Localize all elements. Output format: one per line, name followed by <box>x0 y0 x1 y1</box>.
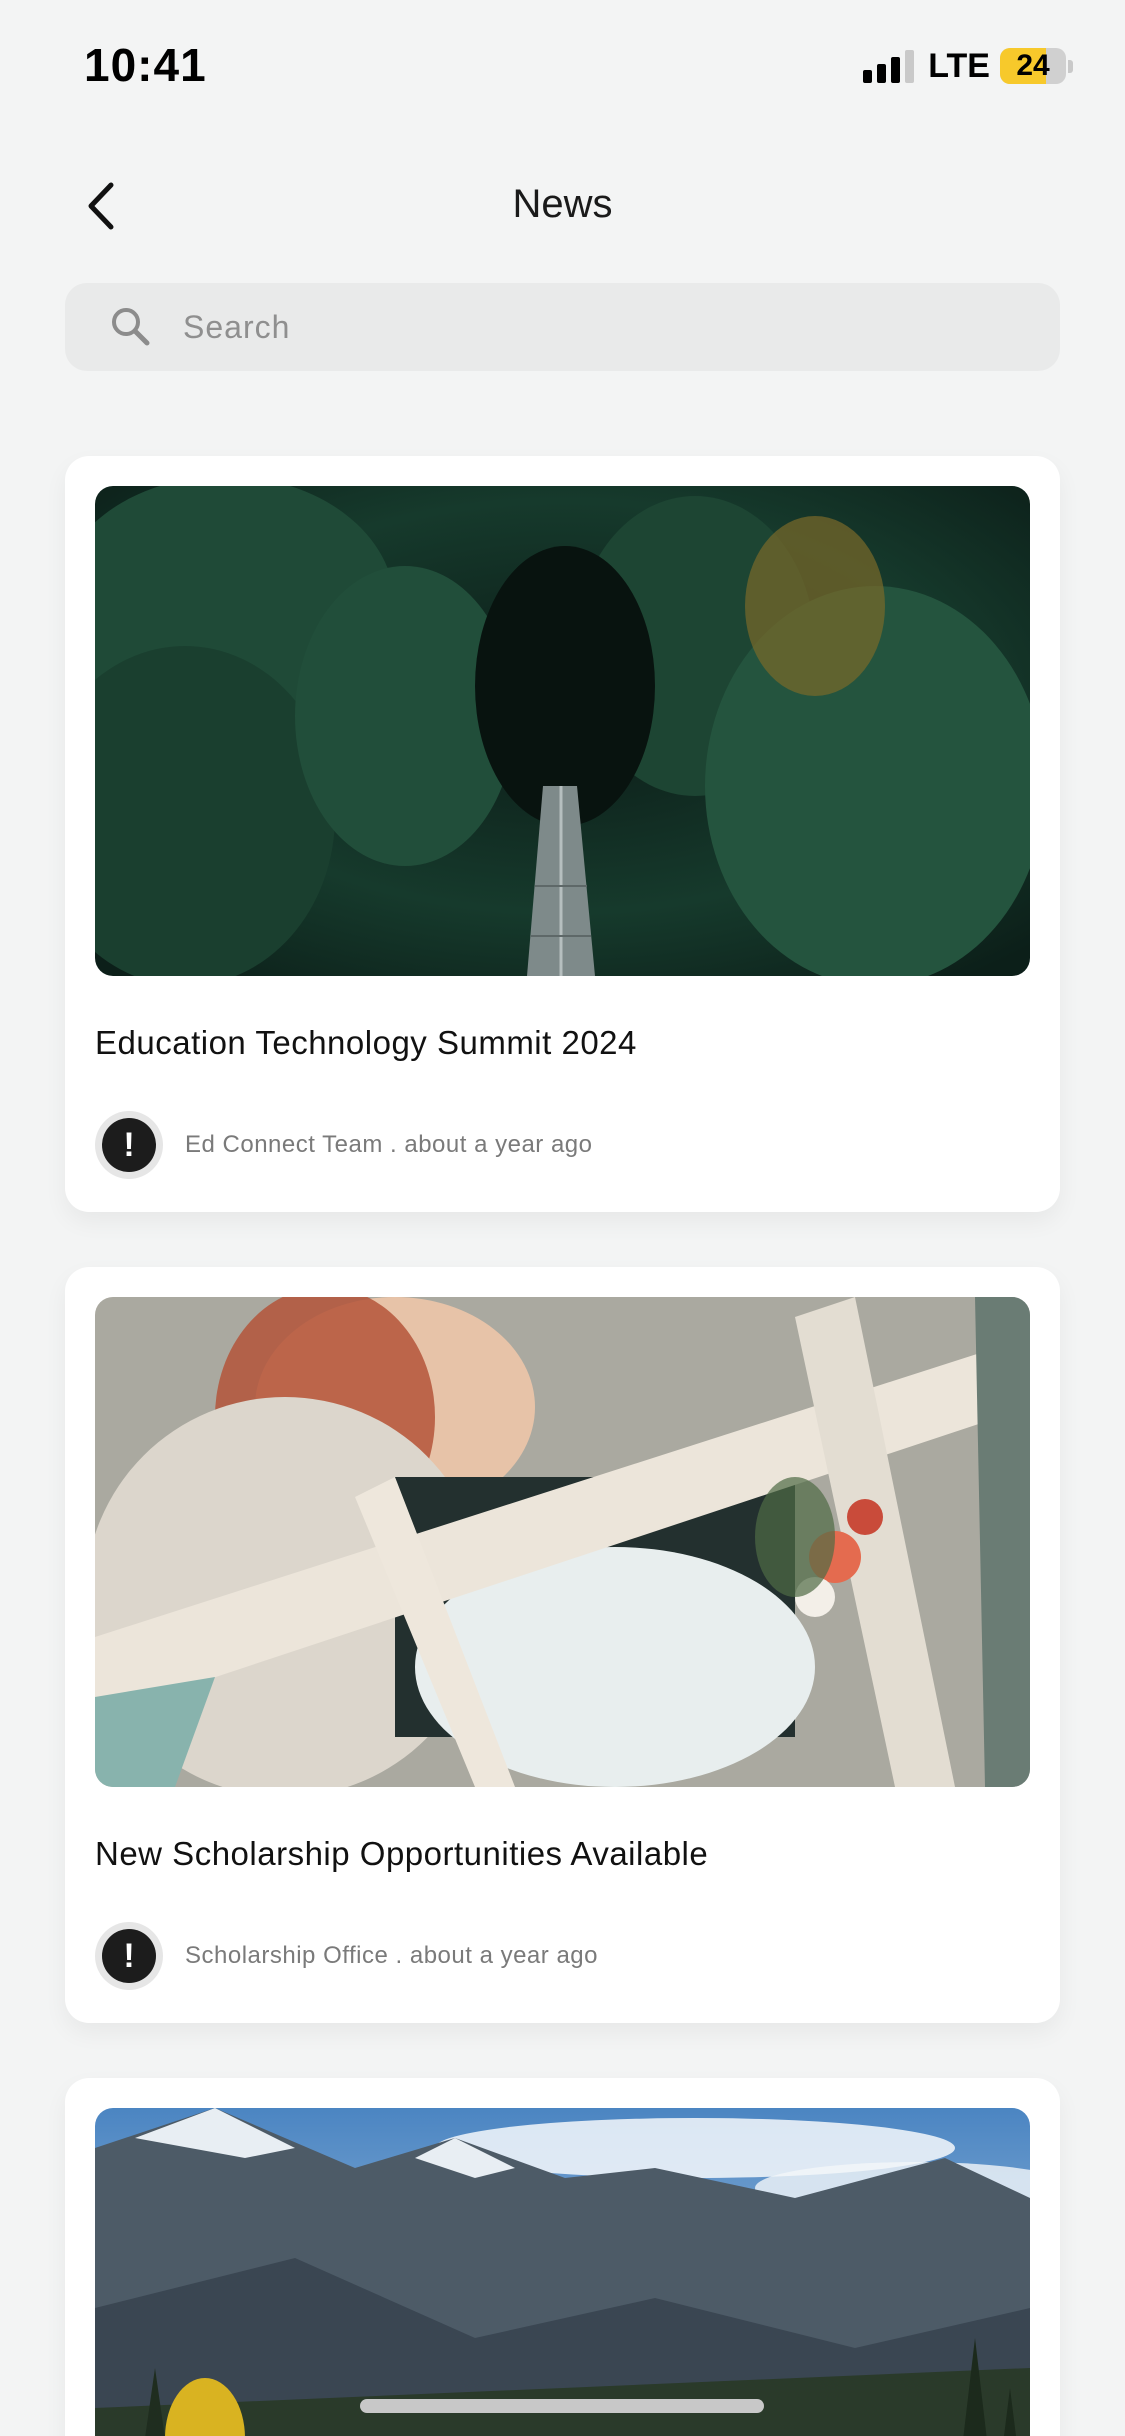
news-meta: ! Scholarship Office . about a year ago <box>95 1922 598 1990</box>
forest-bridge-photo <box>95 486 1030 976</box>
news-card[interactable] <box>65 2078 1060 2436</box>
home-indicator <box>360 2399 764 2413</box>
news-time: about a year ago <box>409 1942 598 1969</box>
news-meta: ! Ed Connect Team . about a year ago <box>95 1111 593 1179</box>
search-bar[interactable] <box>65 283 1060 371</box>
news-screen: 10:41 LTE 24 News Search Education Techn… <box>0 0 1125 2436</box>
meta-separator: . <box>390 1131 398 1158</box>
news-author: Ed Connect Team <box>185 1131 383 1158</box>
news-card[interactable]: Education Technology Summit 2024 ! Ed Co… <box>65 456 1060 1212</box>
exclamation-icon: ! <box>102 1118 156 1172</box>
battery-level: 24 <box>1016 49 1050 82</box>
search-input[interactable] <box>183 308 983 346</box>
news-title: New Scholarship Opportunities Available <box>95 1835 709 1872</box>
status-indicators: LTE 24 <box>863 46 1073 86</box>
search-icon <box>112 308 150 346</box>
news-title: Education Technology Summit 2024 <box>95 1024 637 1061</box>
news-time: about a year ago <box>404 1131 593 1158</box>
exclamation-icon: ! <box>102 1929 156 1983</box>
author-avatar: ! <box>95 1111 163 1179</box>
news-author: Scholarship Office <box>185 1942 389 1969</box>
network-label: LTE <box>928 46 990 85</box>
status-time: 10:41 <box>84 39 207 91</box>
wedding-car-photo <box>95 1297 1030 1787</box>
news-card[interactable]: New Scholarship Opportunities Available … <box>65 1267 1060 2023</box>
battery-icon: 24 <box>1000 48 1066 84</box>
meta-separator: . <box>395 1942 403 1969</box>
mountain-landscape-photo <box>95 2108 1030 2436</box>
battery-cap <box>1068 59 1073 73</box>
author-avatar: ! <box>95 1922 163 1990</box>
signal-icon <box>863 49 915 83</box>
page-title: News <box>512 182 613 226</box>
